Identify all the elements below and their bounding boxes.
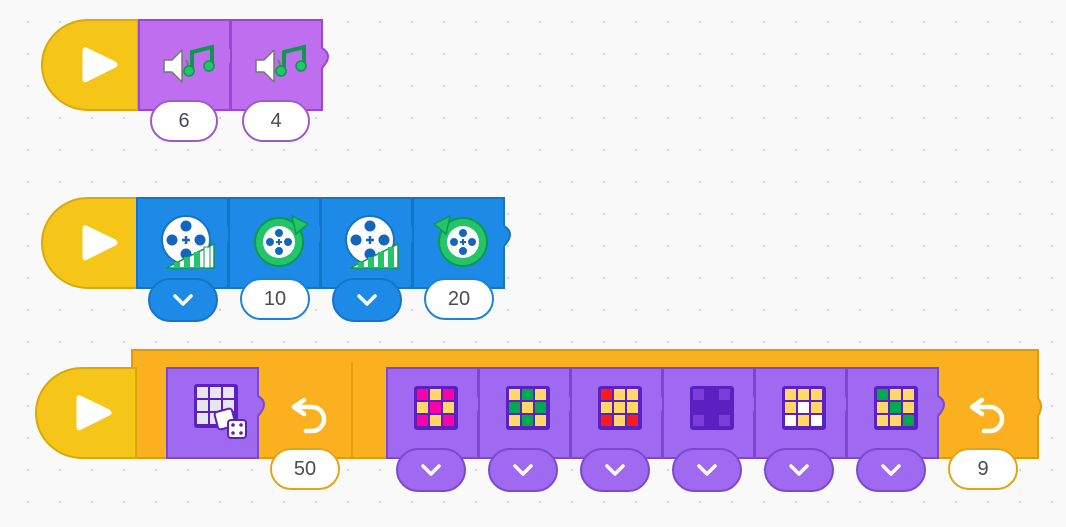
motor-clockwise-block[interactable] xyxy=(228,196,328,290)
motor-speed-icon xyxy=(345,215,399,269)
light-matrix-block-5[interactable] xyxy=(754,366,854,460)
light-matrix-icon xyxy=(690,386,734,430)
light-matrix-dropdown-6[interactable] xyxy=(856,448,926,492)
light-matrix-block-3[interactable] xyxy=(570,366,670,460)
sound-block-2[interactable] xyxy=(230,18,336,112)
motor-speed-block-1[interactable] xyxy=(136,196,236,290)
motor-clockwise-icon xyxy=(254,214,310,267)
light-matrix-block-2[interactable] xyxy=(478,366,578,460)
sound-input-1[interactable]: 6 xyxy=(150,100,218,142)
light-matrix-dropdown-4[interactable] xyxy=(672,448,742,492)
light-matrix-icon xyxy=(506,386,550,430)
chevron-down-icon xyxy=(513,464,533,476)
speaker-music-icon xyxy=(163,44,215,83)
motor-clockwise-input[interactable]: 10 xyxy=(240,278,310,320)
motor-counterclockwise-input[interactable]: 20 xyxy=(424,278,494,320)
motor-speed-dropdown-1[interactable] xyxy=(148,278,218,322)
light-matrix-icon xyxy=(414,386,458,430)
random-light-block[interactable] xyxy=(166,366,274,460)
outer-repeat-count[interactable]: 50 xyxy=(270,448,340,490)
speaker-music-icon xyxy=(255,44,307,83)
repeat-icon xyxy=(969,397,1005,434)
motor-counterclockwise-icon xyxy=(432,214,488,267)
light-matrix-dropdown-3[interactable] xyxy=(580,448,650,492)
start-block-motor[interactable] xyxy=(40,196,144,290)
light-matrix-icon xyxy=(782,386,826,430)
light-matrix-dropdown-5[interactable] xyxy=(764,448,834,492)
light-matrix-icon xyxy=(874,386,918,430)
inner-repeat-count[interactable]: 9 xyxy=(948,448,1018,490)
play-icon xyxy=(82,225,118,261)
start-block-sound[interactable] xyxy=(40,18,144,112)
chevron-down-icon xyxy=(421,464,441,476)
chevron-down-icon xyxy=(357,294,377,306)
play-icon xyxy=(76,395,112,431)
start-block-light[interactable] xyxy=(34,366,138,460)
motor-speed-dropdown-2[interactable] xyxy=(332,278,402,322)
chevron-down-icon xyxy=(881,464,901,476)
random-light-matrix-icon xyxy=(194,384,247,439)
sound-block-1[interactable] xyxy=(138,18,238,112)
motor-speed-icon xyxy=(161,215,215,269)
light-matrix-icon xyxy=(598,386,642,430)
light-matrix-dropdown-1[interactable] xyxy=(396,448,466,492)
light-matrix-block-4[interactable] xyxy=(662,366,762,460)
light-matrix-block-6[interactable] xyxy=(846,366,952,460)
chevron-down-icon xyxy=(697,464,717,476)
motor-speed-block-2[interactable] xyxy=(320,196,420,290)
motor-counterclockwise-block[interactable] xyxy=(412,196,518,290)
chevron-down-icon xyxy=(605,464,625,476)
light-matrix-dropdown-2[interactable] xyxy=(488,448,558,492)
light-matrix-block-1[interactable] xyxy=(386,366,486,460)
play-icon xyxy=(82,47,118,83)
repeat-icon xyxy=(291,397,327,434)
chevron-down-icon xyxy=(789,464,809,476)
sound-input-2[interactable]: 4 xyxy=(242,100,310,142)
chevron-down-icon xyxy=(173,294,193,306)
